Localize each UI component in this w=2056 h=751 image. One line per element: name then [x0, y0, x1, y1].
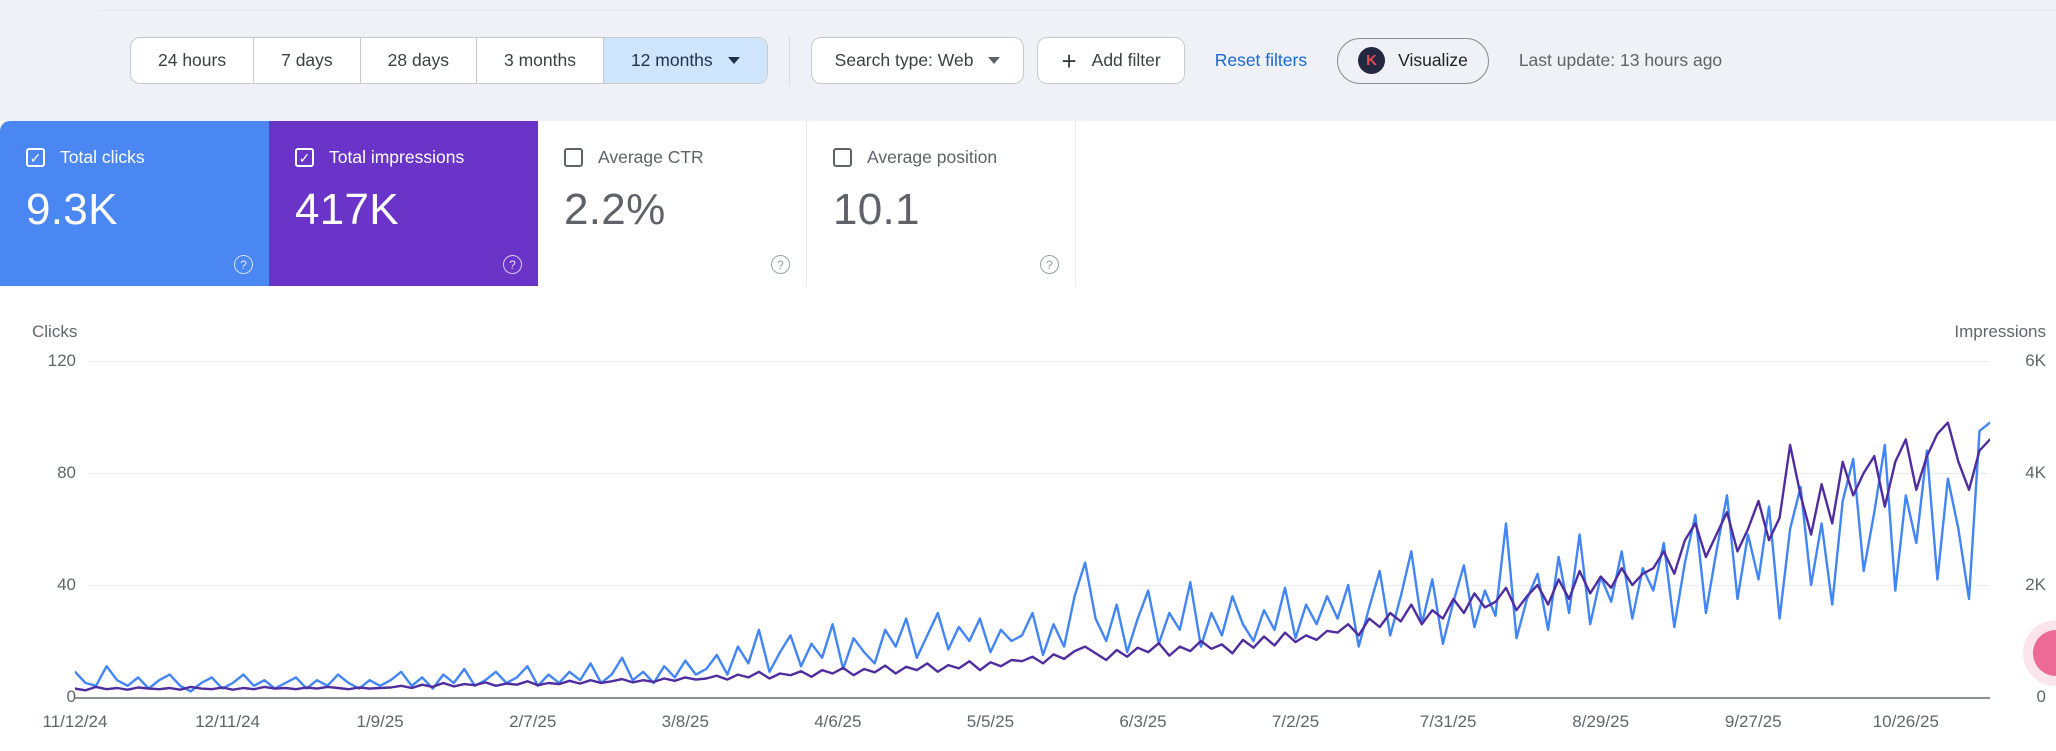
- help-question-icon[interactable]: ?: [234, 255, 253, 274]
- metric-card-total-impressions[interactable]: ✓ Total impressions 417K ?: [269, 121, 538, 286]
- metric-cards-row: ✓ Total clicks 9.3K ? ✓ Total impression…: [0, 121, 1076, 286]
- date-range-12-months[interactable]: 12 months: [602, 38, 767, 83]
- x-axis-tick-label: 1/9/25: [356, 712, 404, 731]
- y-axis-tick-label: 80: [57, 463, 76, 482]
- x-axis-line: [75, 697, 1990, 699]
- search-console-performance-page: 24 hours 7 days 28 days 3 months 12 mont…: [0, 0, 2056, 751]
- metric-card-label: Total impressions: [329, 147, 465, 167]
- chevron-down-icon: [988, 57, 1001, 64]
- metric-card-label: Average position: [867, 147, 998, 167]
- x-axis-tick-label: 11/12/24: [42, 712, 108, 731]
- x-axis-tick-label: 8/29/25: [1572, 712, 1630, 731]
- y-axis-tick-label: 40: [57, 575, 76, 594]
- help-question-icon[interactable]: ?: [771, 255, 790, 274]
- checked-checkbox-icon[interactable]: ✓: [26, 148, 45, 167]
- date-range-7-days[interactable]: 7 days: [253, 38, 360, 83]
- x-axis-tick-label: 7/2/25: [1271, 712, 1320, 731]
- right-axis-title: Impressions: [1954, 322, 2046, 341]
- series-impressions-line: [75, 421, 1990, 692]
- y-axis-tick-label: 0: [66, 687, 76, 706]
- performance-line-chart[interactable]: [75, 361, 1990, 697]
- metric-card-label: Total clicks: [60, 147, 145, 167]
- metric-card-value: 10.1: [833, 185, 920, 234]
- unchecked-checkbox-icon[interactable]: [833, 148, 852, 167]
- chevron-down-icon: [727, 57, 740, 64]
- search-type-dropdown[interactable]: Search type: Web: [810, 37, 1025, 84]
- help-question-icon[interactable]: ?: [1040, 255, 1059, 274]
- reset-filters-link[interactable]: Reset filters: [1215, 50, 1307, 71]
- x-axis-tick-label: 7/31/25: [1419, 712, 1477, 731]
- metric-card-value: 9.3K: [26, 185, 118, 234]
- metric-card-value: 2.2%: [564, 185, 666, 234]
- x-axis-tick-label: 6/3/25: [1119, 712, 1167, 731]
- y-axis-tick-label: 4K: [2025, 463, 2046, 482]
- keywords-everywhere-k-logo-icon: K: [1358, 47, 1386, 74]
- add-filter-button[interactable]: + Add filter: [1037, 37, 1185, 84]
- metric-card-label: Average CTR: [598, 147, 704, 167]
- y-axis-tick-label: 6K: [2025, 351, 2046, 370]
- x-axis-tick-label: 10/26/25: [1872, 712, 1939, 731]
- x-axis-tick-label: 3/8/25: [661, 712, 709, 731]
- last-update-text: Last update: 13 hours ago: [1518, 50, 1723, 70]
- left-axis-title: Clicks: [32, 322, 78, 341]
- metric-card-total-clicks[interactable]: ✓ Total clicks 9.3K ?: [0, 121, 269, 286]
- unchecked-checkbox-icon[interactable]: [564, 148, 583, 167]
- metric-card-value: 417K: [295, 185, 399, 234]
- metric-card-average-position[interactable]: Average position 10.1 ?: [807, 121, 1076, 286]
- y-axis-tick-label: 2K: [2025, 575, 2046, 594]
- checked-checkbox-icon[interactable]: ✓: [295, 148, 314, 167]
- series-clicks-line: [75, 421, 1990, 693]
- y-axis-tick-label: 0: [2036, 687, 2046, 706]
- pink-floating-widget-button[interactable]: [2033, 630, 2056, 676]
- date-range-3-months[interactable]: 3 months: [475, 38, 603, 83]
- metric-card-average-ctr[interactable]: Average CTR 2.2% ?: [538, 121, 807, 286]
- filter-toolbar: 24 hours 7 days 28 days 3 months 12 mont…: [130, 35, 1723, 86]
- date-range-selector: 24 hours 7 days 28 days 3 months 12 mont…: [130, 37, 768, 84]
- toolbar-divider: [788, 35, 790, 86]
- plus-icon: +: [1061, 45, 1077, 76]
- x-axis-tick-label: 12/11/24: [195, 712, 261, 731]
- x-axis-tick-label: 2/7/25: [509, 712, 557, 731]
- x-axis-tick-label: 9/27/25: [1724, 712, 1782, 731]
- visualize-button[interactable]: K Visualize: [1337, 37, 1489, 84]
- x-axis-tick-label: 4/6/25: [814, 712, 862, 731]
- x-axis-tick-label: 5/5/25: [966, 712, 1015, 731]
- date-range-24-hours[interactable]: 24 hours: [131, 38, 253, 83]
- help-question-icon[interactable]: ?: [503, 255, 522, 274]
- y-axis-tick-label: 120: [47, 351, 76, 370]
- top-divider: [100, 10, 2056, 11]
- date-range-28-days[interactable]: 28 days: [359, 38, 476, 83]
